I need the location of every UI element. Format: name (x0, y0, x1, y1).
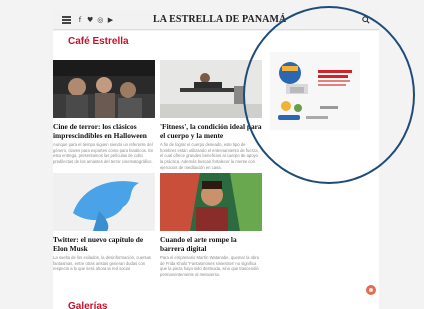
article-excerpt: Aunque para el tiempo siguen siendo un r… (53, 142, 154, 164)
scroll-to-top-icon[interactable] (366, 285, 376, 295)
article-card[interactable]: Cuando el arte rompe la barrera digital … (160, 173, 262, 278)
article-thumbnail[interactable] (160, 173, 262, 231)
article-headline[interactable]: Cine de terror: los clásicos imprescindi… (53, 122, 155, 140)
article-thumbnail[interactable] (53, 173, 155, 231)
instagram-icon[interactable]: ◎ (97, 14, 103, 26)
article-headline[interactable]: Cuando el arte rompe la barrera digital (160, 235, 262, 253)
article-excerpt: La suelta de los exilados, la desinforma… (53, 255, 151, 272)
youtube-icon[interactable]: ▶ (107, 14, 113, 26)
article-card[interactable]: Cine de terror: los clásicos imprescindi… (53, 60, 155, 165)
article-headline[interactable]: Twitter: el nuevo capítulo de Elon Musk (53, 235, 155, 253)
article-card[interactable]: Twitter: el nuevo capítulo de Elon Musk … (53, 173, 155, 272)
social-links: f ♥ ◎ ▶ (77, 14, 113, 26)
article-excerpt: A fin de lograr el cuerpo deseado, este … (160, 142, 259, 170)
article-thumbnail[interactable] (53, 60, 155, 118)
highlight-circle (243, 6, 415, 184)
hamburger-menu-icon[interactable] (62, 16, 71, 24)
gallery-section-title[interactable]: Galerías (68, 301, 107, 309)
article-excerpt: Para el empresario Martín Watanabe, quem… (160, 255, 259, 277)
facebook-icon[interactable]: f (77, 14, 83, 26)
site-logo[interactable]: LA ESTRELLA DE PANAMÁ (153, 14, 286, 25)
section-title[interactable]: Café Estrella (68, 36, 129, 47)
article-headline[interactable]: 'Fitness', la condición ideal para el cu… (160, 122, 262, 140)
twitter-icon[interactable]: ♥ (87, 14, 93, 26)
